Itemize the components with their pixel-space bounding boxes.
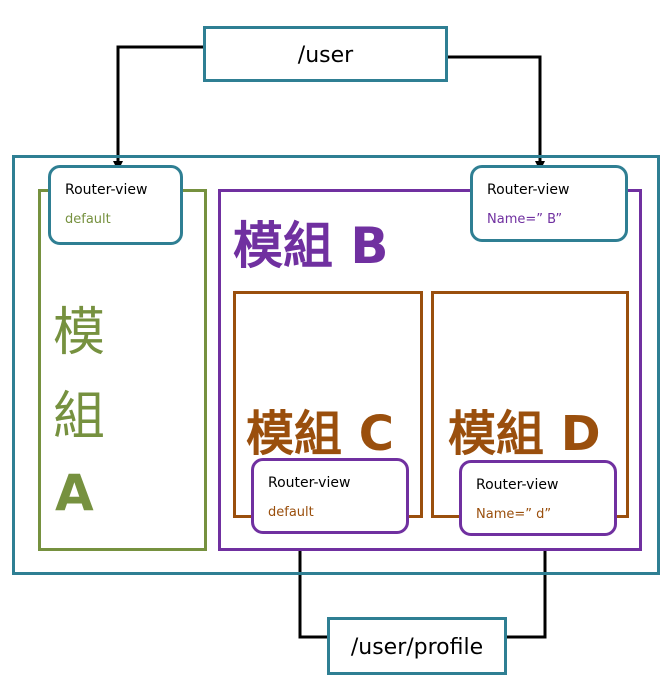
router-view-b-name: Name=” B” [487, 212, 563, 227]
router-view-a-name: default [65, 212, 111, 227]
module-c-label: 模組 C [246, 406, 394, 462]
router-view-d-name: Name=” d” [476, 507, 552, 522]
router-view-d: Router-view Name=” d” [459, 460, 617, 536]
module-a-char-1: 模 [53, 303, 106, 363]
module-b-label: 模組 B [233, 217, 389, 275]
router-view-c-title: Router-view [268, 475, 351, 491]
router-view-d-title: Router-view [476, 477, 559, 493]
router-view-b-title: Router-view [487, 182, 570, 198]
route-user-label: /user [297, 43, 354, 68]
arrow-user-to-view-a [113, 45, 203, 171]
router-view-c: Router-view default [251, 458, 409, 534]
arrow-user-to-view-b [448, 55, 545, 171]
router-view-c-name: default [268, 505, 314, 520]
route-user-profile-label: /user/profile [350, 635, 484, 660]
route-user-profile-box: /user/profile [327, 617, 507, 675]
module-a-char-3: A [55, 464, 94, 522]
route-user-box: /user [203, 26, 448, 82]
module-d-label: 模組 D [448, 406, 601, 462]
router-view-a: Router-view default [48, 165, 183, 245]
module-a-char-2: 組 [53, 387, 106, 447]
router-view-a-title: Router-view [65, 182, 148, 198]
router-view-b: Router-view Name=” B” [470, 165, 628, 242]
